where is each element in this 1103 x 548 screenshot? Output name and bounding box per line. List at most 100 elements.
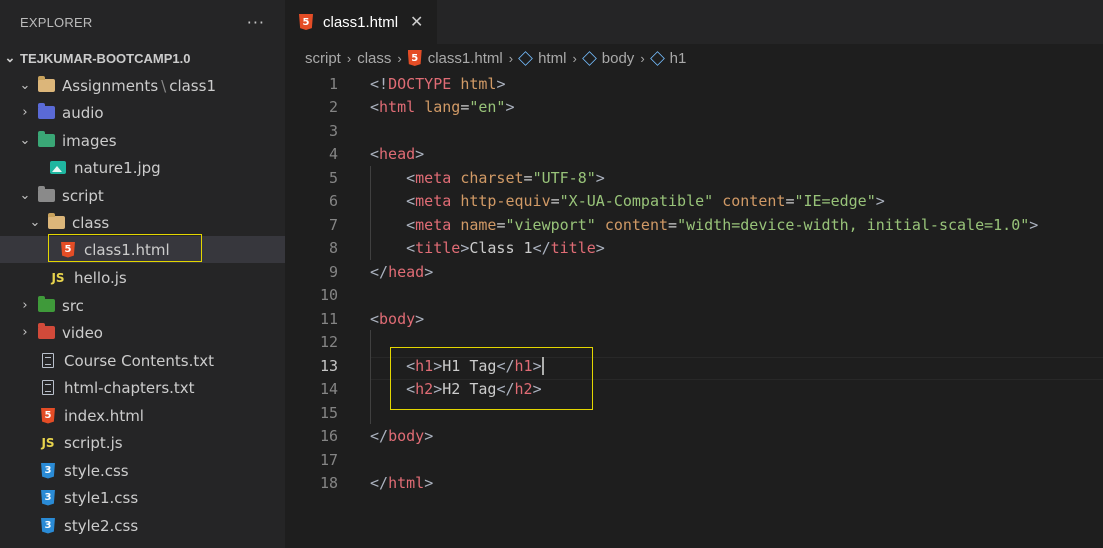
code-line[interactable]: 1 <!DOCTYPE html> <box>285 72 1103 96</box>
chevron-right-icon: › <box>346 50 352 66</box>
breadcrumb-item[interactable]: class <box>357 50 391 67</box>
breadcrumb-item[interactable]: script <box>305 50 341 67</box>
code-token: > <box>595 168 605 187</box>
tree-folder-images[interactable]: ⌄ images <box>0 127 303 154</box>
code-token: meta <box>415 215 452 234</box>
code-token: < <box>406 192 416 211</box>
code-text: <body> <box>370 310 424 328</box>
breadcrumb-item[interactable]: h1 <box>670 50 687 67</box>
tree-file-style1-css[interactable]: 3 style1.css <box>0 484 323 511</box>
code-text: <head> <box>370 145 424 163</box>
code-line[interactable]: 17 <box>285 448 1103 472</box>
code-token: </ <box>370 427 389 446</box>
tree-file-script-js[interactable]: JS script.js <box>0 429 323 456</box>
tree-file-nature1[interactable]: nature1.jpg <box>0 154 333 181</box>
more-actions-icon[interactable]: ··· <box>247 13 265 32</box>
images-folder-icon <box>36 131 56 150</box>
code-token: body <box>379 309 416 328</box>
tree-folder-video[interactable]: › video <box>0 319 303 346</box>
tree-item-label: nature1.jpg <box>74 158 161 177</box>
chevron-right-icon: › <box>22 105 28 120</box>
tree-file-style-css[interactable]: 3 style.css <box>0 457 323 484</box>
html5-icon: 5 <box>58 241 78 259</box>
src-folder-icon <box>36 296 56 315</box>
tree-file-style2-css[interactable]: 3 style2.css <box>0 512 323 539</box>
tree-folder-assignments[interactable]: ⌄ Assignments \ class1 <box>0 72 303 99</box>
tree-folder-class[interactable]: ⌄ class <box>0 209 313 236</box>
code-token: "width=device-width, initial-scale=1.0" <box>677 215 1030 234</box>
code-text: <meta name="viewport" content="width=dev… <box>370 216 1038 234</box>
code-text: </head> <box>370 263 433 281</box>
line-number: 10 <box>319 286 338 305</box>
chevron-down-icon: ⌄ <box>19 133 31 148</box>
code-line[interactable]: 3 <box>285 119 1103 143</box>
code-text: <meta charset="UTF-8"> <box>370 169 605 187</box>
workspace-name: TEJKUMAR-BOOTCAMP1.0 <box>20 50 191 66</box>
code-line[interactable]: 8 <title>Class 1</title> <box>285 237 1103 261</box>
breadcrumb-item[interactable]: html <box>538 50 566 67</box>
code-line[interactable]: 10 <box>285 284 1103 308</box>
code-token: content <box>604 215 669 234</box>
code-token: title <box>415 239 461 258</box>
folder-open-icon <box>36 76 56 95</box>
breadcrumb-item[interactable]: body <box>602 50 635 67</box>
code-token: html <box>460 74 497 93</box>
close-icon[interactable]: ✕ <box>410 12 423 32</box>
tree-item-label: class1.html <box>84 240 170 259</box>
chevron-down-icon: ⌄ <box>4 50 16 65</box>
code-line[interactable]: 9 </head> <box>285 260 1103 284</box>
chevron-down-icon: ⌄ <box>19 188 31 203</box>
code-token: "viewport" <box>505 215 596 234</box>
symbol-element-icon <box>518 50 533 66</box>
code-token: > <box>424 427 434 446</box>
workspace-folder[interactable]: ⌄ TEJKUMAR-BOOTCAMP1.0 <box>0 44 285 72</box>
tree-item-label: index.html <box>64 406 144 425</box>
code-token: > <box>415 309 425 328</box>
line-number: 8 <box>328 239 338 258</box>
chevron-down-icon: ⌄ <box>29 215 41 230</box>
tree-file-course-contents[interactable]: Course Contents.txt <box>0 347 323 374</box>
tree-item-label: style2.css <box>64 516 139 535</box>
vscode-window: EXPLORER ··· ⌄ TEJKUMAR-BOOTCAMP1.0 ⌄ As… <box>0 0 1103 548</box>
tree-item-label: class <box>72 213 110 232</box>
line-number: 12 <box>319 333 338 352</box>
code-line[interactable]: 6 <meta http-equiv="X-UA-Compatible" con… <box>285 190 1103 214</box>
code-editor[interactable]: 1 <!DOCTYPE html> 2 <html lang="en"> 3 4 <head… <box>285 72 1103 548</box>
line-number: 1 <box>328 74 338 93</box>
tree-folder-src[interactable]: › src <box>0 292 303 319</box>
code-line[interactable]: 16 </body> <box>285 425 1103 449</box>
tree-file-html-chapters[interactable]: html-chapters.txt <box>0 374 323 401</box>
code-token: lang <box>424 98 461 117</box>
editor-area: 5 class1.html ✕ script › class › 5 class… <box>285 0 1103 548</box>
tree-folder-audio[interactable]: › audio <box>0 99 303 126</box>
video-folder-icon <box>36 323 56 342</box>
breadcrumb-item[interactable]: class1.html <box>428 50 503 67</box>
code-token: > <box>1029 215 1039 234</box>
tree-file-hello-js[interactable]: JS hello.js <box>0 264 333 291</box>
code-token: < <box>406 239 416 258</box>
folder-open-icon <box>46 213 66 232</box>
code-token: = <box>668 215 678 234</box>
code-token: < <box>370 98 380 117</box>
tree-folder-script[interactable]: ⌄ script <box>0 182 303 209</box>
code-line[interactable]: 4 <head> <box>285 143 1103 167</box>
code-line[interactable]: 2 <html lang="en"> <box>285 96 1103 120</box>
code-line[interactable]: 11 <body> <box>285 307 1103 331</box>
explorer-title: EXPLORER <box>20 14 93 30</box>
tab-class1-html[interactable]: 5 class1.html ✕ <box>285 0 437 44</box>
explorer-sidebar: EXPLORER ··· ⌄ TEJKUMAR-BOOTCAMP1.0 ⌄ As… <box>0 0 343 548</box>
code-line[interactable]: 7 <meta name="viewport" content="width=d… <box>285 213 1103 237</box>
tree-file-index-html[interactable]: 5 index.html <box>0 402 323 429</box>
code-line[interactable]: 18 </html> <box>285 472 1103 496</box>
code-text: </body> <box>370 427 433 445</box>
code-token: < <box>370 309 380 328</box>
chevron-right-icon: › <box>22 298 28 313</box>
code-line[interactable]: 5 <meta charset="UTF-8"> <box>285 166 1103 190</box>
line-number: 11 <box>319 309 338 328</box>
chevron-right-icon: › <box>397 50 402 66</box>
